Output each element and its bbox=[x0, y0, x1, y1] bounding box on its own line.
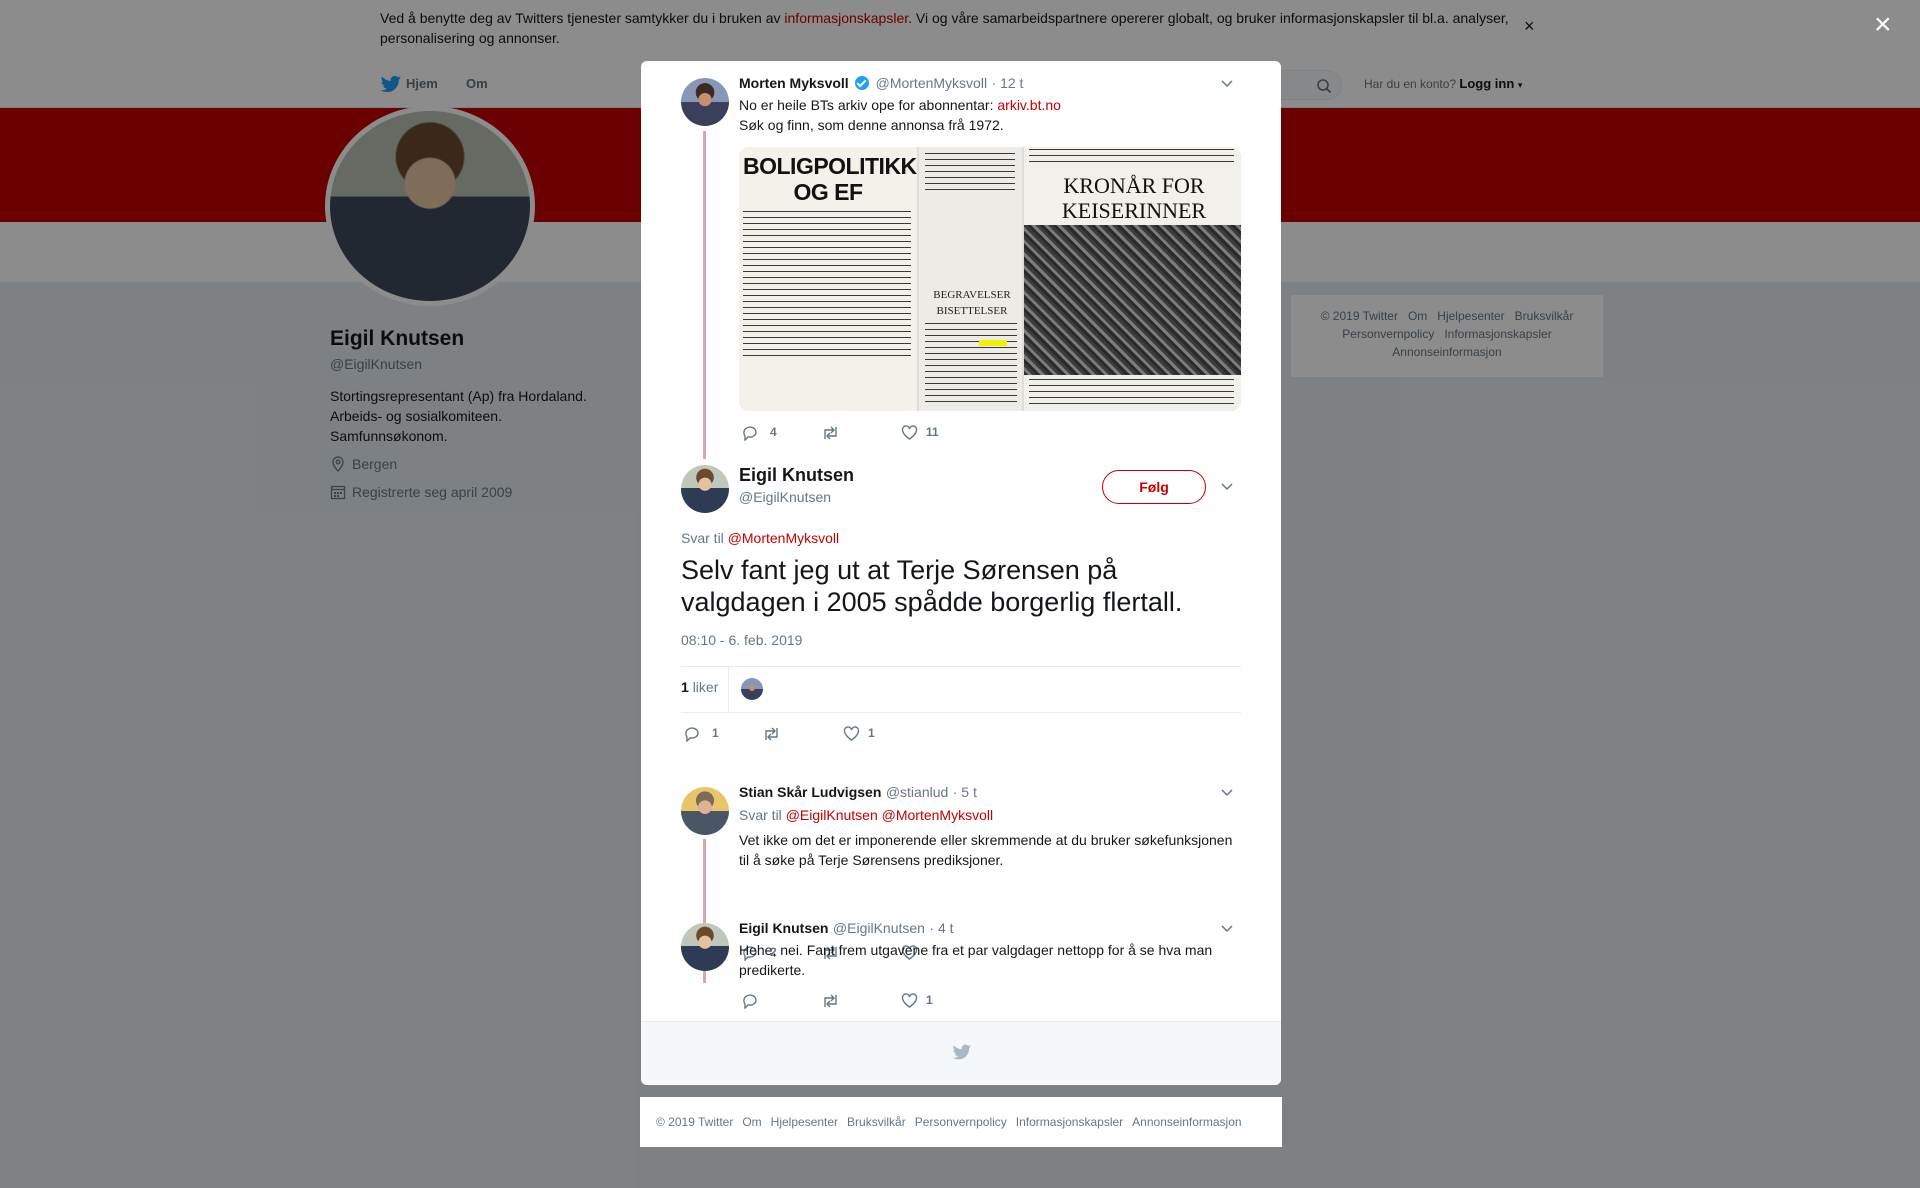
heart-icon bbox=[843, 726, 860, 741]
main-tweet-author-handle[interactable]: @EigilKnutsen bbox=[739, 489, 831, 505]
footer-link[interactable]: Om bbox=[742, 1115, 761, 1129]
twitter-bird-icon bbox=[952, 1044, 972, 1060]
clipping-headline-right: KRONÅR FOR KEISERINNER bbox=[1061, 173, 1207, 223]
retweet-icon bbox=[765, 727, 778, 741]
footer-link: © 2019 Twitter bbox=[656, 1115, 734, 1129]
main-tweet-timestamp[interactable]: 08:10 - 6. feb. 2019 bbox=[681, 632, 802, 648]
avatar[interactable] bbox=[681, 923, 729, 971]
like-count: 1 bbox=[868, 726, 875, 740]
heart-icon bbox=[901, 425, 918, 440]
reply-count: 4 bbox=[770, 425, 777, 439]
main-tweet-text: Selv fant jeg ut at Terje Sørensen på va… bbox=[681, 555, 1183, 617]
reply-to-label: Svar til bbox=[681, 530, 724, 546]
chevron-down-icon[interactable] bbox=[1221, 925, 1233, 933]
reply-count: 1 bbox=[712, 726, 719, 740]
avatar[interactable] bbox=[681, 78, 729, 126]
verified-badge-icon bbox=[855, 76, 870, 90]
reply-icon bbox=[685, 727, 699, 742]
retweet-icon bbox=[824, 994, 837, 1008]
modal-close-button[interactable]: × bbox=[1874, 10, 1892, 40]
like-count: 1 bbox=[926, 993, 933, 1007]
clipping-text-block bbox=[1029, 379, 1234, 409]
reply-to-link[interactable]: @MortenMyksvoll bbox=[728, 530, 839, 546]
main-tweet-author-name[interactable]: Eigil Knutsen bbox=[739, 465, 854, 486]
reply-to-label: Svar til bbox=[739, 807, 782, 823]
likes-stat-label: liker bbox=[692, 679, 719, 695]
reply-icon bbox=[743, 426, 757, 441]
tweet-author-handle[interactable]: @MortenMyksvoll bbox=[876, 75, 987, 91]
tweet-author-name[interactable]: Eigil Knutsen bbox=[739, 920, 828, 936]
chevron-down-icon[interactable] bbox=[1221, 483, 1233, 491]
avatar[interactable] bbox=[681, 787, 729, 835]
avatar[interactable] bbox=[681, 465, 729, 513]
tweet-text: Vet ikke om det er imponerende eller skr… bbox=[739, 832, 1233, 868]
heart-icon bbox=[901, 993, 918, 1008]
reply-icon bbox=[743, 994, 757, 1009]
clipping-highlight bbox=[979, 340, 1007, 346]
tweet-header: Stian Skår Ludvigsen @stianlud · 5 t bbox=[739, 784, 977, 802]
reply-section-gap bbox=[641, 770, 1281, 778]
footer-link[interactable]: Personvernpolicy bbox=[915, 1115, 1007, 1129]
clipping-text-block bbox=[1029, 149, 1234, 163]
newspaper-clipping-image[interactable]: BOLIGPOLITIKK OG EF BEGRAVELSER BISETTEL… bbox=[739, 147, 1241, 411]
footer-link[interactable]: Informasjonskapsler bbox=[1016, 1115, 1123, 1129]
clipping-text-block bbox=[925, 323, 1017, 407]
footer-link[interactable]: Hjelpesenter bbox=[771, 1115, 838, 1129]
tweet-time[interactable]: · 12 t bbox=[992, 75, 1024, 91]
likes-stat[interactable]: 1 liker bbox=[681, 679, 718, 695]
chevron-down-icon[interactable] bbox=[1221, 789, 1233, 797]
liker-avatar[interactable] bbox=[741, 678, 763, 700]
tweet-text-line: Søk og finn, som denne annonsa frå 1972. bbox=[739, 117, 1004, 133]
divider bbox=[681, 712, 1241, 713]
tweet-text: Hehe, nei. Fant frem utgavene fra et par… bbox=[739, 942, 1213, 978]
chevron-down-icon[interactable] bbox=[1221, 80, 1233, 88]
tweet-author-name[interactable]: Morten Myksvoll bbox=[739, 75, 849, 91]
clipping-photo bbox=[1024, 225, 1241, 375]
tweet-text: No er heile BTs arkiv ope for abonnentar… bbox=[739, 95, 1239, 135]
tweet-time[interactable]: · 4 t bbox=[929, 920, 953, 936]
modal-footer bbox=[641, 1021, 1281, 1085]
tweet-link[interactable]: arkiv.bt.no bbox=[997, 97, 1061, 113]
footer-link[interactable]: Bruksvilkår bbox=[847, 1115, 906, 1129]
tweet-text-line: No er heile BTs arkiv ope for abonnentar… bbox=[739, 97, 998, 113]
tweet-author-name[interactable]: Stian Skår Ludvigsen bbox=[739, 784, 881, 800]
divider bbox=[728, 667, 729, 713]
like-count: 11 bbox=[926, 425, 939, 439]
retweet-icon bbox=[824, 426, 837, 440]
clipping-text-block bbox=[925, 153, 1015, 193]
tweet-header: Morten Myksvoll @MortenMyksvoll · 12 t bbox=[739, 75, 1023, 93]
tweet-time[interactable]: · 5 t bbox=[953, 784, 977, 800]
thread-line bbox=[703, 131, 706, 459]
divider bbox=[681, 666, 1241, 667]
clipping-headline-left: BOLIGPOLITIKK OG EF bbox=[743, 153, 917, 205]
reply-to-link[interactable]: @MortenMyksvoll bbox=[882, 807, 993, 823]
tweet-author-handle[interactable]: @stianlud bbox=[886, 784, 948, 800]
tweet-author-handle[interactable]: @EigilKnutsen bbox=[833, 920, 925, 936]
tweet-header: Eigil Knutsen @EigilKnutsen · 4 t bbox=[739, 920, 954, 938]
follow-button[interactable]: Følg bbox=[1102, 470, 1206, 504]
likes-stat-count: 1 bbox=[681, 679, 689, 695]
reply-to-link[interactable]: @EigilKnutsen bbox=[786, 807, 878, 823]
bottom-footer: © 2019 Twitter Om Hjelpesenter Bruksvilkår P… bbox=[640, 1097, 1282, 1147]
footer-link[interactable]: Annonseinformasjon bbox=[1132, 1115, 1241, 1129]
clipping-headline-middle: BEGRAVELSER BISETTELSER bbox=[933, 289, 1011, 317]
tweet-permalink-modal: Morten Myksvoll @MortenMyksvoll · 12 t N… bbox=[641, 61, 1281, 1085]
clipping-text-block bbox=[743, 211, 911, 361]
reply-to-context: Svar til @EigilKnutsen @MortenMyksvoll bbox=[739, 807, 993, 823]
reply-to-context: Svar til @MortenMyksvoll bbox=[681, 530, 839, 546]
